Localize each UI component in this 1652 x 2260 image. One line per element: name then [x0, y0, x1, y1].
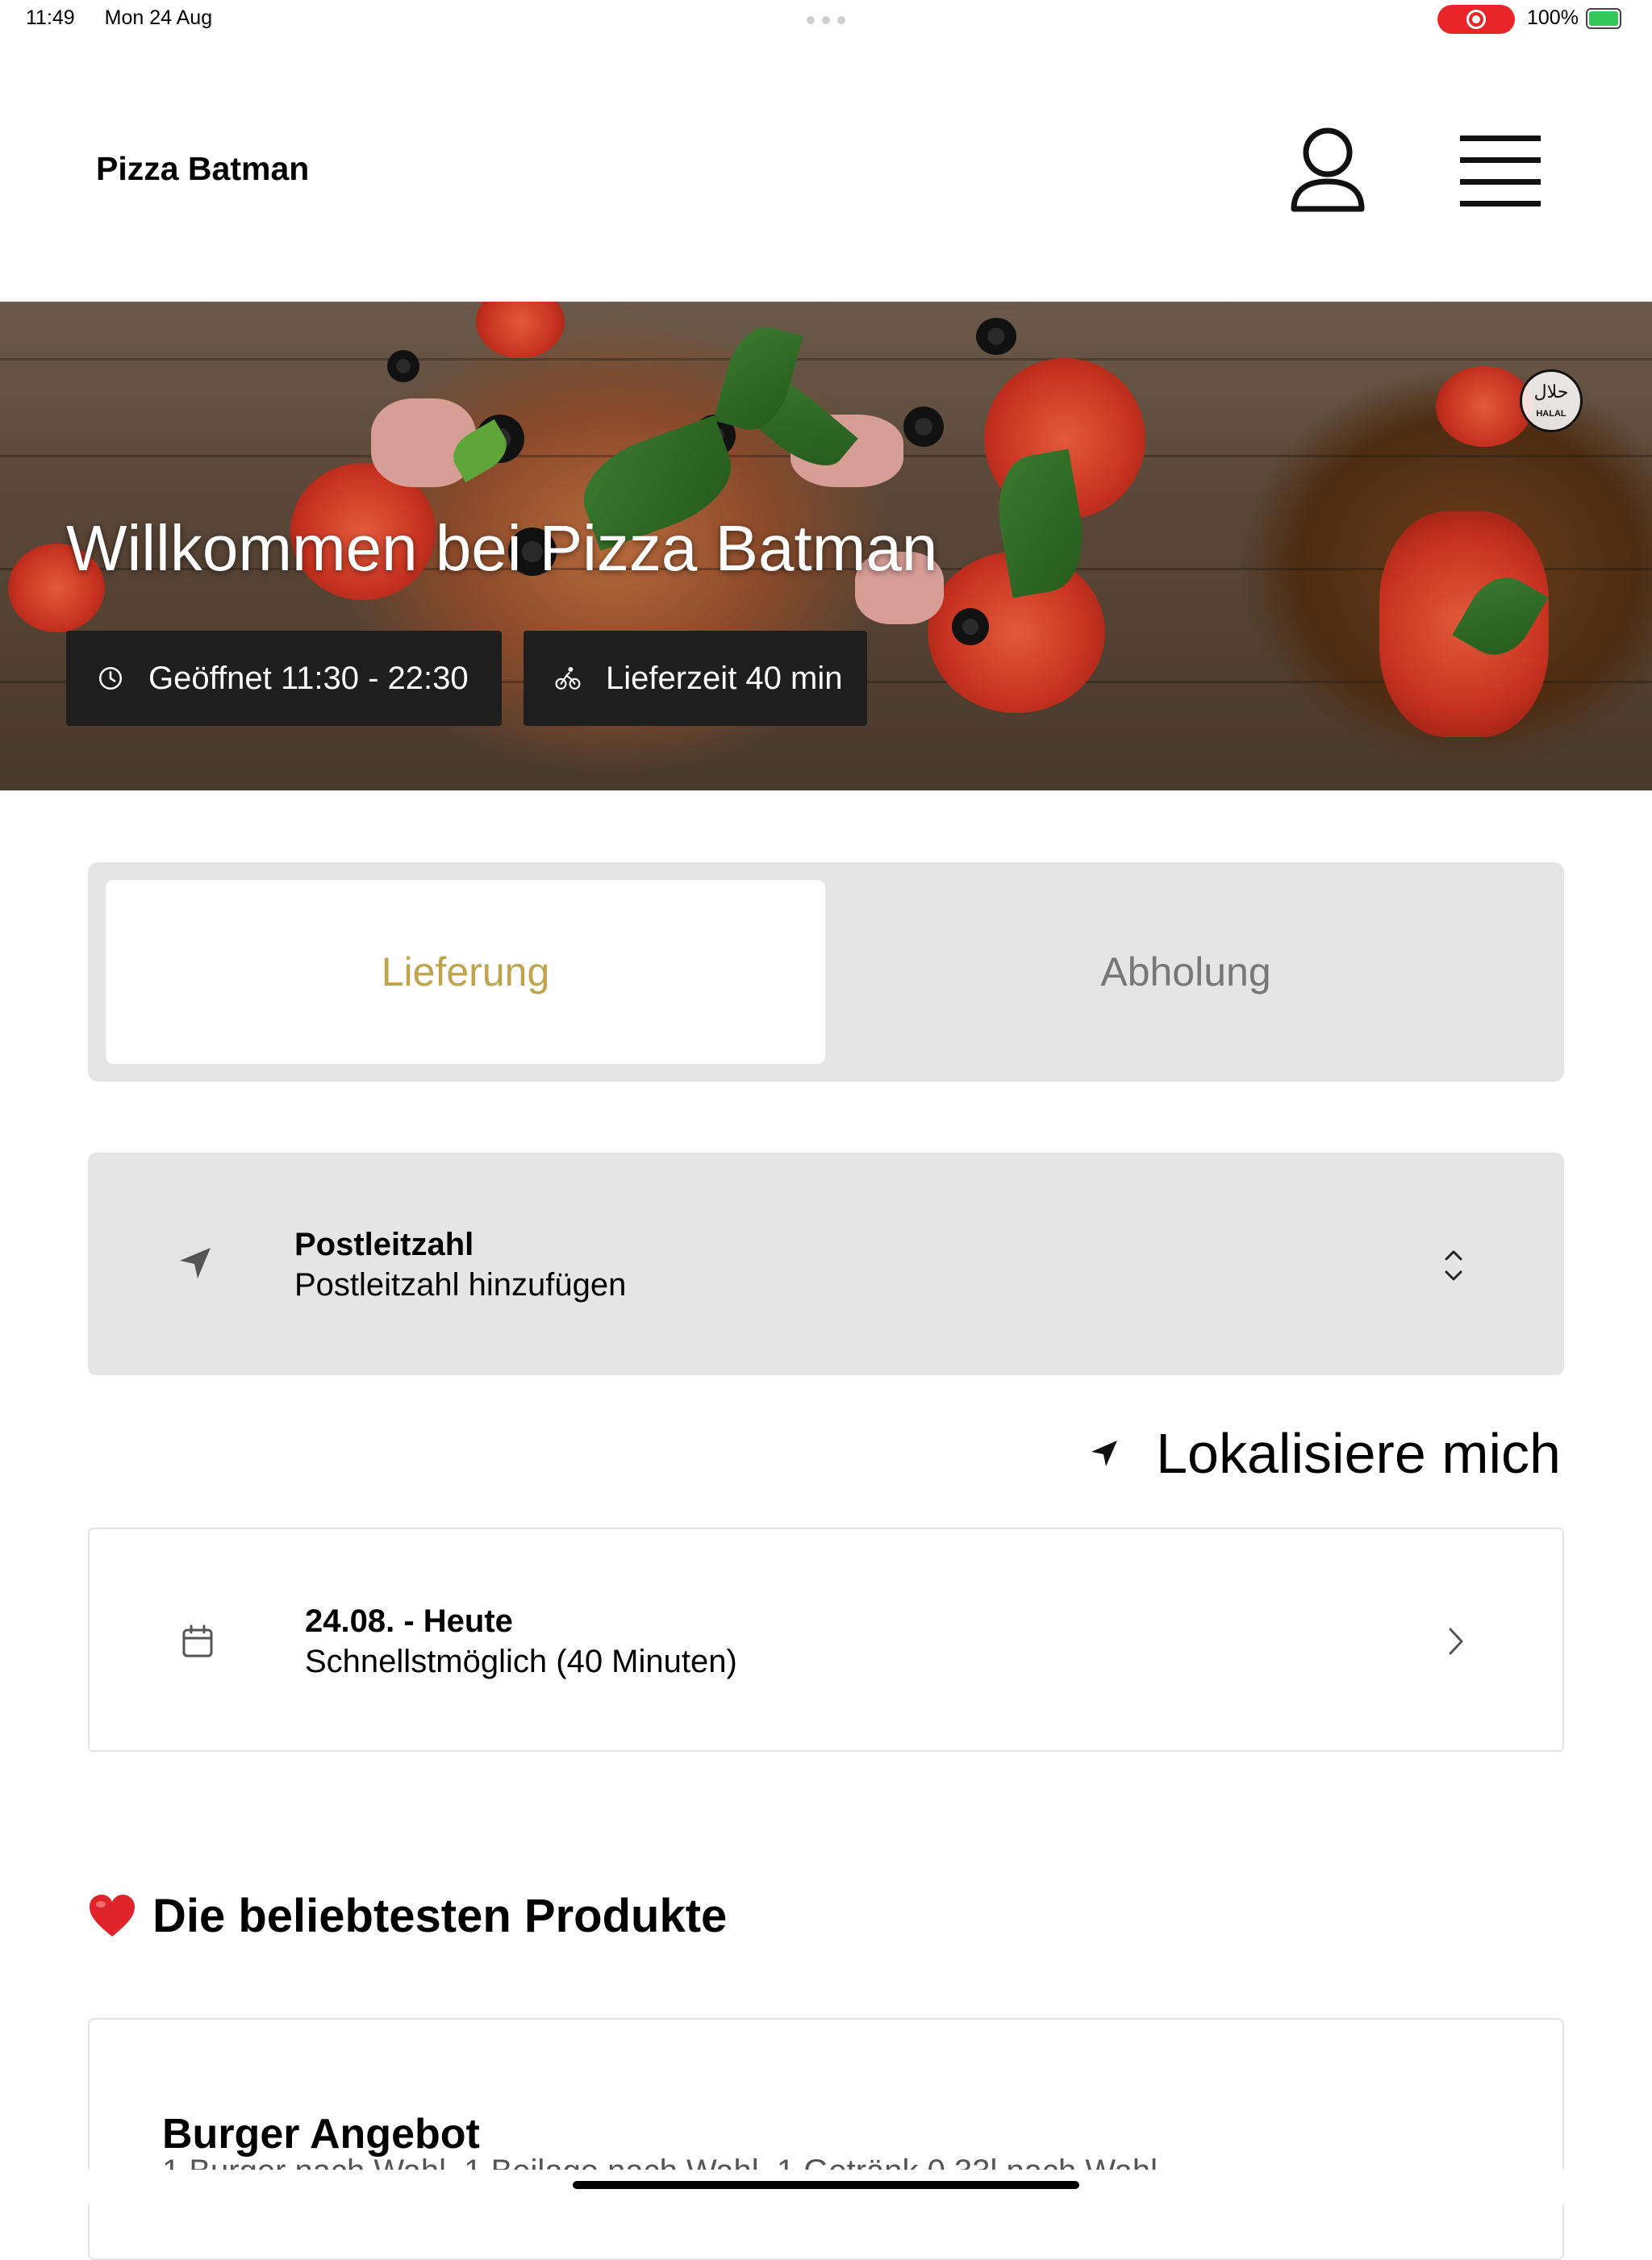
multitasking-dots-icon[interactable]	[807, 16, 845, 24]
postcode-label: Postleitzahl	[294, 1227, 474, 1262]
date-label: 24.08. - Heute	[305, 1603, 513, 1639]
delivery-time-badge: Lieferzeit 40 min	[524, 631, 867, 726]
opening-hours-badge: Geöffnet 11:30 - 22:30	[66, 631, 502, 726]
battery-tip	[1586, 8, 1621, 29]
postcode-selector[interactable]: Postleitzahl Postleitzahl hinzufügen	[88, 1153, 1564, 1375]
halal-label: HALAL	[1536, 409, 1566, 419]
hamburger-menu-icon[interactable]	[1460, 136, 1541, 206]
time-value: Schnellstmöglich (40 Minuten)	[305, 1644, 737, 1679]
home-indicator[interactable]	[573, 2181, 1079, 2189]
localize-me-button[interactable]: Lokalisiere mich	[1088, 1421, 1561, 1486]
heart-icon	[90, 1895, 135, 1937]
tab-lieferung[interactable]: Lieferung	[106, 880, 825, 1064]
location-arrow-icon	[180, 1248, 211, 1278]
brand-name[interactable]: Pizza Batman	[96, 150, 309, 188]
status-time: 11:49	[26, 6, 75, 29]
status-bar: 11:49 Mon 24 Aug 100%	[0, 0, 1652, 40]
chevron-right-icon	[1449, 1628, 1463, 1655]
tab-abholung[interactable]: Abholung	[826, 880, 1546, 1064]
halal-badge: حلال HALAL	[1520, 369, 1583, 432]
location-arrow-icon	[1091, 1441, 1118, 1466]
opening-hours-text: Geöffnet 11:30 - 22:30	[148, 660, 469, 696]
clock-icon	[98, 666, 123, 690]
screen-recording-indicator[interactable]	[1437, 5, 1515, 34]
status-time-date: 11:49 Mon 24 Aug	[26, 6, 236, 30]
hero-title: Willkommen bei Pizza Batman	[66, 512, 938, 584]
postcode-value: Postleitzahl hinzufügen	[294, 1267, 627, 1303]
battery-percentage: 100%	[1527, 6, 1579, 29]
localize-me-label: Lokalisiere mich	[1156, 1422, 1561, 1485]
popular-products-title: Die beliebtesten Produkte	[152, 1889, 728, 1942]
chevron-up-down-icon	[1445, 1250, 1462, 1281]
delivery-time-text: Lieferzeit 40 min	[606, 660, 843, 696]
person-outline-icon[interactable]	[1287, 125, 1368, 215]
order-mode-toggle: Lieferung Abholung	[88, 862, 1564, 1082]
product-name: Burger Angebot	[162, 2111, 480, 2158]
bicycle-icon	[555, 666, 581, 690]
popular-products-heading: Die beliebtesten Produkte	[88, 1887, 727, 1944]
calendar-icon	[182, 1624, 213, 1657]
product-card[interactable]: Burger Angebot 1 Burger nach Wahl, 1 Bei…	[88, 2018, 1564, 2260]
delivery-time-selector[interactable]: 24.08. - Heute Schnellstmöglich (40 Minu…	[88, 1528, 1564, 1752]
status-date: Mon 24 Aug	[104, 6, 213, 29]
